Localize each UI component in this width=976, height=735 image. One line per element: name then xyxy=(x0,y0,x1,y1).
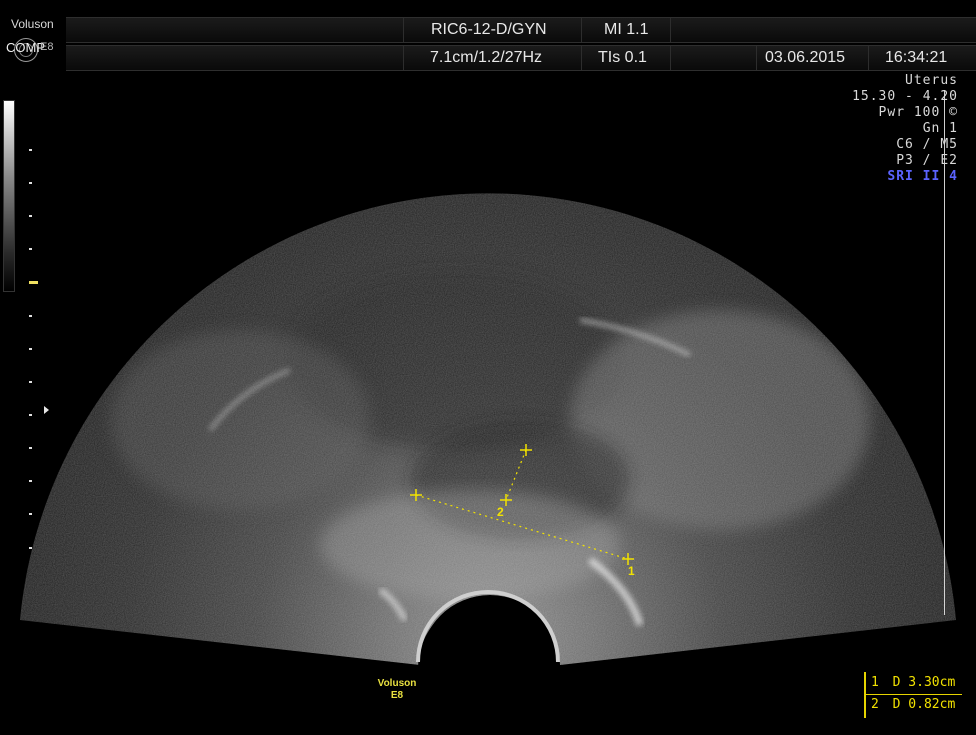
caliper-cross-icon xyxy=(410,444,634,565)
measurement-value: D 3.30cm xyxy=(892,675,956,690)
measurement-results: 1 D 3.30cm 2 D 0.82cm xyxy=(864,672,962,718)
cm-value: C6 / M5 xyxy=(896,137,958,152)
measurement-index: 2 xyxy=(871,697,879,712)
caliper-overlay xyxy=(410,444,634,565)
caliper-label-1: 1 xyxy=(628,564,635,578)
caliper-label-2: 2 xyxy=(497,505,504,519)
frequency-range: 15.30 - 4.20 xyxy=(852,89,958,104)
gain-value: Gn 1 xyxy=(922,121,958,136)
measurement-row-2: 2 D 0.82cm xyxy=(871,697,955,712)
probe-brand-label: Voluson xyxy=(377,678,417,689)
power-value: Pwr 100 © xyxy=(878,105,958,120)
measurement-line-2 xyxy=(505,449,527,501)
pe-value: P3 / E2 xyxy=(896,153,958,168)
parameter-panel: Uterus 15.30 - 4.20 Pwr 100 © Gn 1 C6 / … xyxy=(852,73,958,185)
sri-value: SRI II 4 xyxy=(887,169,958,184)
probe-model-label: E8 xyxy=(390,690,404,701)
measurement-divider xyxy=(866,694,962,695)
measurement-line-1 xyxy=(415,494,629,560)
measurement-row-1: 1 D 3.30cm xyxy=(871,675,955,690)
measurement-value: D 0.82cm xyxy=(892,697,956,712)
preset-name: Uterus xyxy=(905,73,958,88)
measurement-index: 1 xyxy=(871,675,879,690)
